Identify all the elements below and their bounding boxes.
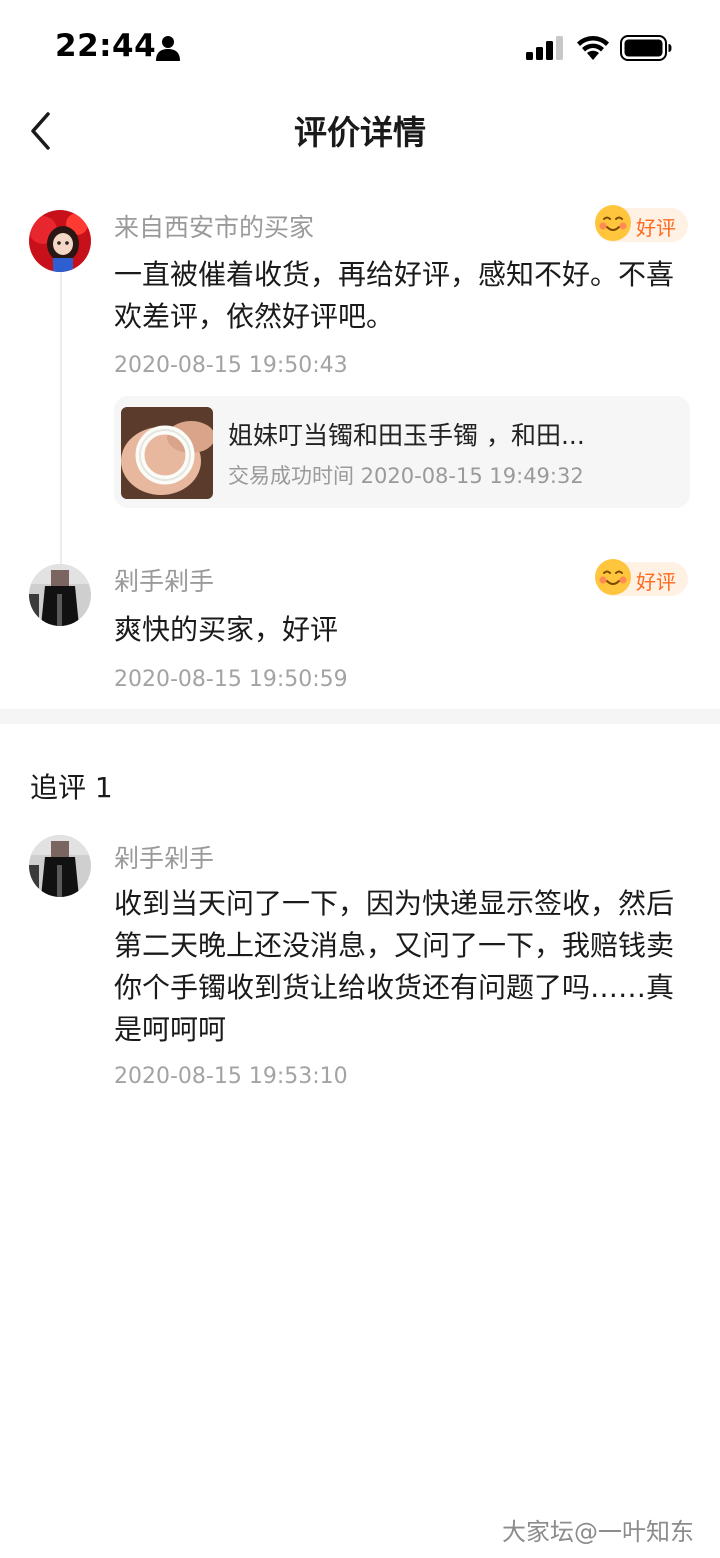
product-card[interactable]: 姐妹叮当镯和田玉手镯 ，和田... 交易成功时间 2020-08-15 19:4… — [114, 396, 690, 508]
trade-time: 交易成功时间 2020-08-15 19:49:32 — [228, 464, 584, 488]
review-timestamp: 2020-08-15 19:50:43 — [114, 353, 348, 378]
wifi-icon — [577, 36, 609, 60]
section-divider — [0, 709, 720, 724]
person-icon — [156, 36, 180, 61]
thread-line — [60, 272, 62, 564]
good-review-badge: 好评 — [595, 205, 688, 242]
smiling-face-icon — [595, 205, 631, 241]
followup-text: 收到当天问了一下，因为快递显示签收，然后 第二天晚上还没消息，又问了一下，我赔钱… — [114, 887, 675, 1046]
good-review-badge: 好评 — [595, 559, 688, 596]
page-title: 评价详情 — [294, 113, 426, 152]
status-time: 22:44 — [55, 28, 157, 64]
user-name: 来自西安市的买家 — [114, 213, 315, 242]
user-name: 剁手剁手 — [114, 844, 215, 873]
avatar[interactable] — [29, 564, 91, 626]
badge-label: 好评 — [636, 216, 676, 240]
avatar[interactable] — [29, 835, 91, 897]
battery-icon — [620, 35, 672, 61]
cellular-signal-icon — [526, 36, 563, 60]
smiling-face-icon — [595, 559, 631, 595]
badge-label: 好评 — [636, 570, 676, 594]
user-name: 剁手剁手 — [114, 567, 215, 596]
product-title: 姐妹叮当镯和田玉手镯 ，和田... — [228, 421, 585, 450]
followup-timestamp: 2020-08-15 19:53:10 — [114, 1064, 348, 1089]
nav-bar: 评价详情 — [0, 96, 720, 166]
review-text: 爽快的买家，好评 — [114, 613, 339, 646]
followup-title: 追评 1 — [30, 771, 113, 804]
watermark: 大家坛@一叶知东 — [502, 1518, 694, 1546]
avatar[interactable] — [29, 210, 91, 272]
status-bar: 22:44 — [0, 0, 720, 96]
review-timestamp: 2020-08-15 19:50:59 — [114, 667, 348, 692]
review-detail-page: 22:44 评价详情 来自西安市的买家 好评 一直被催着收货，再给好评，感知不好… — [0, 0, 720, 1558]
review-text: 一直被催着收货，再给好评，感知不好。不喜 欢差评，依然好评吧。 — [114, 258, 675, 333]
product-image — [121, 407, 213, 499]
